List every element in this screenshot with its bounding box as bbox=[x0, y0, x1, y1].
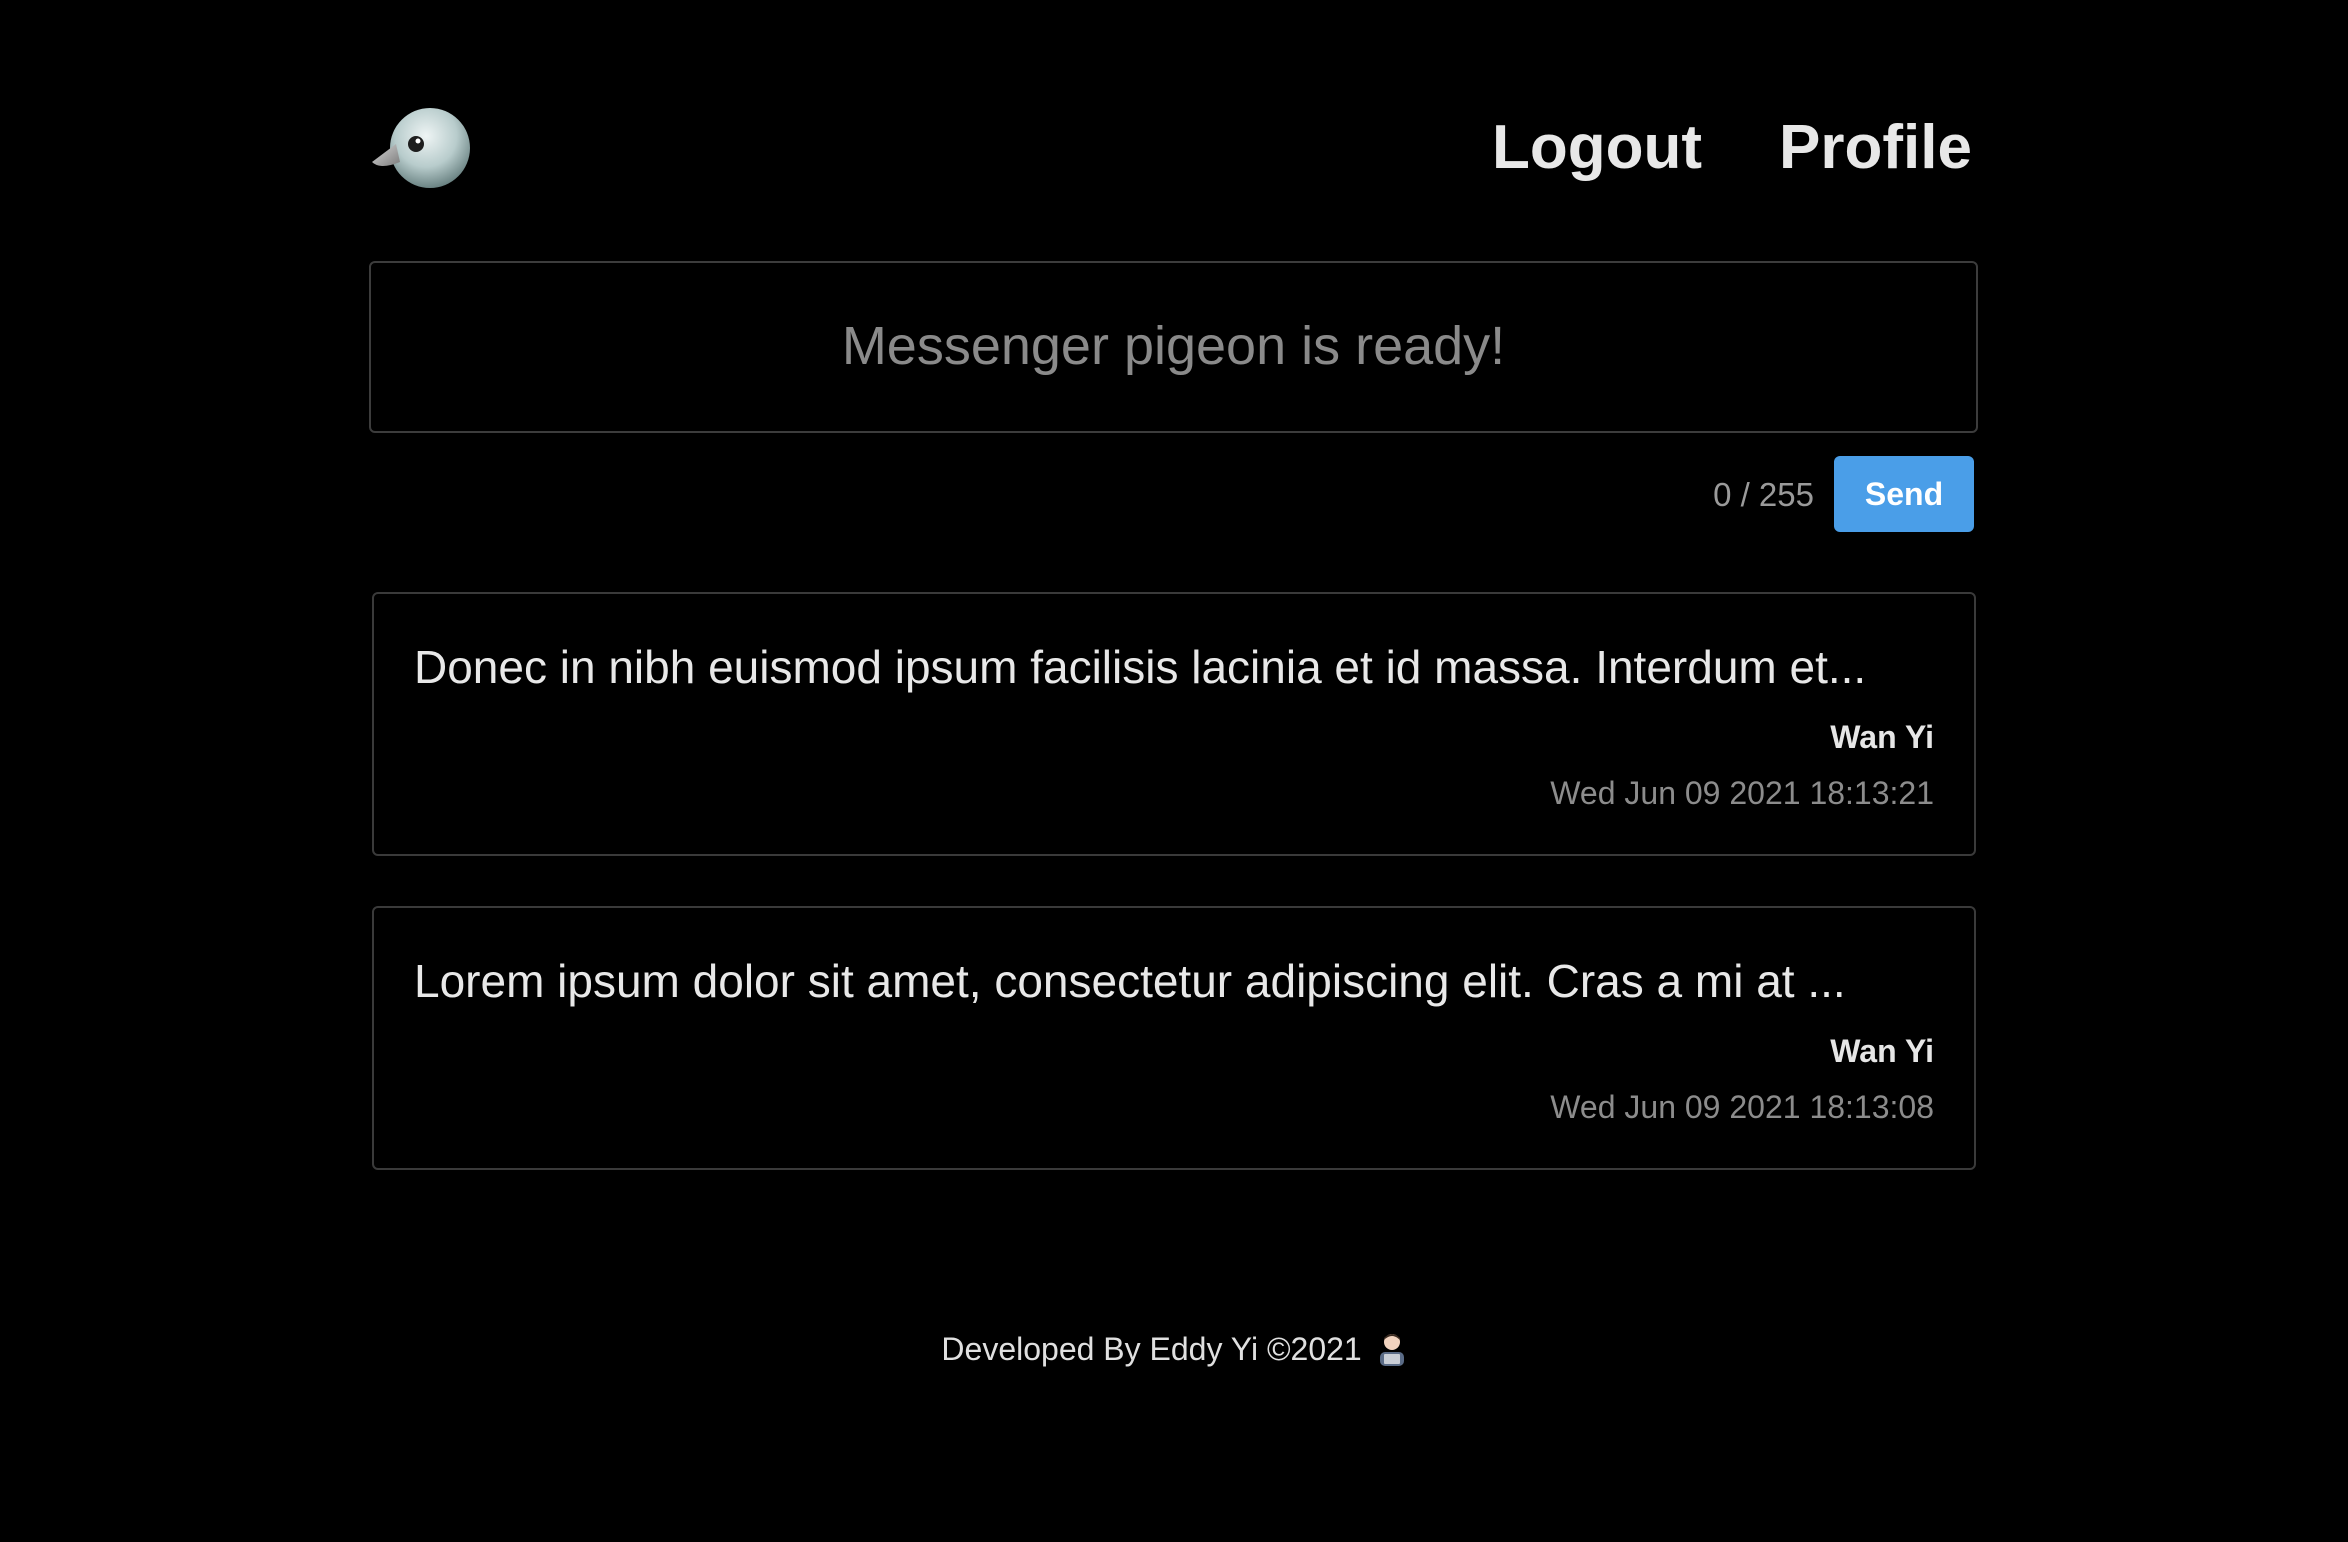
message-author: Wan Yi bbox=[1830, 1033, 1934, 1069]
message-author: Wan Yi bbox=[1830, 719, 1934, 755]
message-input[interactable] bbox=[371, 263, 1976, 431]
header: Logout Profile bbox=[370, 96, 1978, 206]
pigeon-icon[interactable] bbox=[370, 104, 474, 194]
send-button[interactable]: Send bbox=[1834, 456, 1974, 532]
profile-link[interactable]: Profile bbox=[1779, 106, 1972, 190]
message-text: Donec in nibh euismod ipsum facilisis la… bbox=[414, 641, 1867, 693]
developer-icon bbox=[1377, 1332, 1407, 1378]
message-composer bbox=[369, 261, 1978, 433]
footer: Developed By Eddy Yi ©2021 bbox=[0, 1326, 2348, 1378]
message-card[interactable]: Lorem ipsum dolor sit amet, consectetur … bbox=[372, 906, 1976, 1170]
message-timestamp: Wed Jun 09 2021 18:13:08 bbox=[1550, 1089, 1934, 1125]
page: Logout Profile 0 / 255 Send Donec in nib… bbox=[0, 0, 2348, 1542]
message-card[interactable]: Donec in nibh euismod ipsum facilisis la… bbox=[372, 592, 1976, 856]
message-text: Lorem ipsum dolor sit amet, consectetur … bbox=[414, 955, 1846, 1007]
character-counter: 0 / 255 bbox=[1713, 476, 1814, 513]
logout-link[interactable]: Logout bbox=[1492, 106, 1702, 190]
message-timestamp: Wed Jun 09 2021 18:13:21 bbox=[1550, 775, 1934, 811]
footer-credit: Developed By Eddy Yi ©2021 bbox=[941, 1331, 1362, 1367]
